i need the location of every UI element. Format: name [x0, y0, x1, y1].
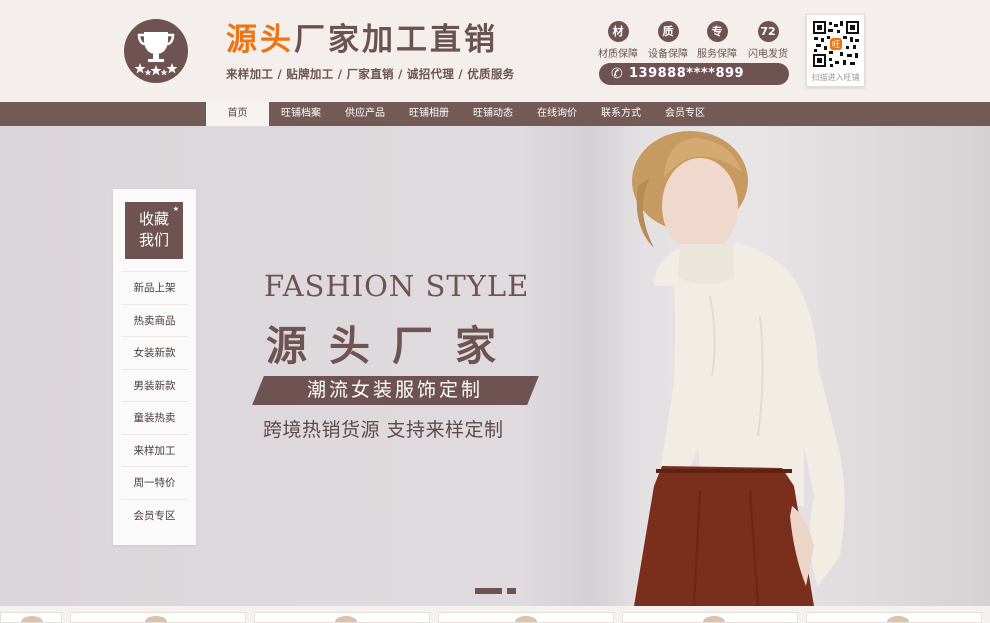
side-item-new-arrivals[interactable]: 新品上架	[121, 271, 188, 303]
badge-material-caption: 材质保障	[598, 49, 638, 60]
hero-banner[interactable]: ★ 收藏 我们 新品上架 热卖商品 女装新款 男装新款 童装热卖 来样加工 周一…	[0, 126, 990, 606]
guarantee-badges: 材 材质保障 质 设备保障 专 服务保障 72 闪电发货	[593, 21, 791, 61]
side-menu: ★ 收藏 我们 新品上架 热卖商品 女装新款 男装新款 童装热卖 来样加工 周一…	[113, 189, 196, 545]
side-item-monday-deal[interactable]: 周一特价	[121, 466, 188, 498]
banner-headline-en: FASHION STYLE	[264, 269, 530, 303]
logo-trophy-icon[interactable]	[124, 19, 188, 83]
badge-service-icon: 专	[706, 21, 728, 42]
brand-title: 源头厂家加工直销	[226, 20, 498, 60]
side-item-womens[interactable]: 女装新款	[121, 336, 188, 368]
banner-slogan: 潮流女装服饰定制	[306, 379, 483, 401]
qr-caption: 扫描进入旺铺	[811, 73, 860, 82]
badge-material-icon: 材	[607, 21, 629, 42]
banner-tagline: 跨境热销货源 支持来样定制	[263, 419, 504, 441]
side-item-hot-items[interactable]: 热卖商品	[121, 304, 188, 336]
nav-item-inquiry[interactable]: 在线询价	[525, 102, 589, 126]
favorite-line-2: 我们	[138, 231, 169, 249]
main-nav: 首页 旺铺档案 供应产品 旺铺相册 旺铺动态 在线询价 联系方式 会员专区	[0, 102, 990, 126]
side-item-mens[interactable]: 男装新款	[121, 369, 188, 401]
badge-quality-caption: 设备保障	[648, 49, 688, 60]
badge-material: 材 材质保障	[593, 21, 643, 60]
model-photo	[632, 131, 845, 606]
nav-item-members[interactable]: 会员专区	[653, 102, 717, 126]
product-thumb-5[interactable]	[622, 612, 798, 623]
product-strip	[0, 606, 990, 623]
banner-headline-cn: 源头厂家	[266, 322, 518, 370]
badge-shipping-caption: 闪电发货	[748, 49, 788, 60]
product-thumb-3[interactable]	[254, 612, 430, 623]
badge-quality: 质 设备保障	[643, 21, 693, 60]
badge-service: 专 服务保障	[692, 21, 742, 60]
product-thumb-1[interactable]	[0, 612, 62, 623]
nav-item-shop-profile[interactable]: 旺铺档案	[269, 102, 333, 126]
side-item-members[interactable]: 会员专区	[121, 499, 188, 531]
brand-title-accent: 源头	[226, 22, 294, 58]
slide-dot-2[interactable]	[507, 588, 516, 594]
product-thumb-4[interactable]	[438, 612, 614, 623]
badge-shipping-icon: 72	[757, 21, 779, 42]
qr-code-icon: 旺	[813, 21, 859, 67]
badge-shipping: 72 闪电发货	[743, 21, 793, 60]
favorite-us-button[interactable]: ★ 收藏 我们	[125, 202, 183, 259]
phone-pill[interactable]: ✆ 139888****899	[599, 63, 789, 85]
slide-dot-1[interactable]	[475, 588, 502, 594]
side-item-custom[interactable]: 来样加工	[121, 434, 188, 466]
svg-text:旺: 旺	[832, 40, 840, 49]
nav-item-home[interactable]: 首页	[206, 102, 269, 126]
qr-code-card[interactable]: 旺 扫描进入旺铺	[806, 14, 865, 87]
star-icon: ★	[172, 205, 179, 213]
nav-item-news[interactable]: 旺铺动态	[461, 102, 525, 126]
badge-service-caption: 服务保障	[697, 49, 737, 60]
nav-item-products[interactable]: 供应产品	[333, 102, 397, 126]
brand-subtitle: 来样加工 / 贴牌加工 / 厂家直销 / 诚招代理 / 优质服务	[226, 67, 515, 81]
badge-quality-icon: 质	[657, 21, 679, 42]
product-thumb-6[interactable]	[806, 612, 982, 623]
nav-item-contact[interactable]: 联系方式	[589, 102, 653, 126]
site-header: 源头厂家加工直销 来样加工 / 贴牌加工 / 厂家直销 / 诚招代理 / 优质服…	[0, 0, 990, 102]
phone-number: 139888****899	[629, 66, 745, 81]
product-thumb-2[interactable]	[70, 612, 246, 623]
slide-indicator	[475, 588, 535, 594]
brand-title-rest: 厂家加工直销	[294, 22, 498, 58]
phone-icon: ✆	[611, 66, 624, 82]
side-item-kids[interactable]: 童装热卖	[121, 401, 188, 433]
nav-item-album[interactable]: 旺铺相册	[397, 102, 461, 126]
